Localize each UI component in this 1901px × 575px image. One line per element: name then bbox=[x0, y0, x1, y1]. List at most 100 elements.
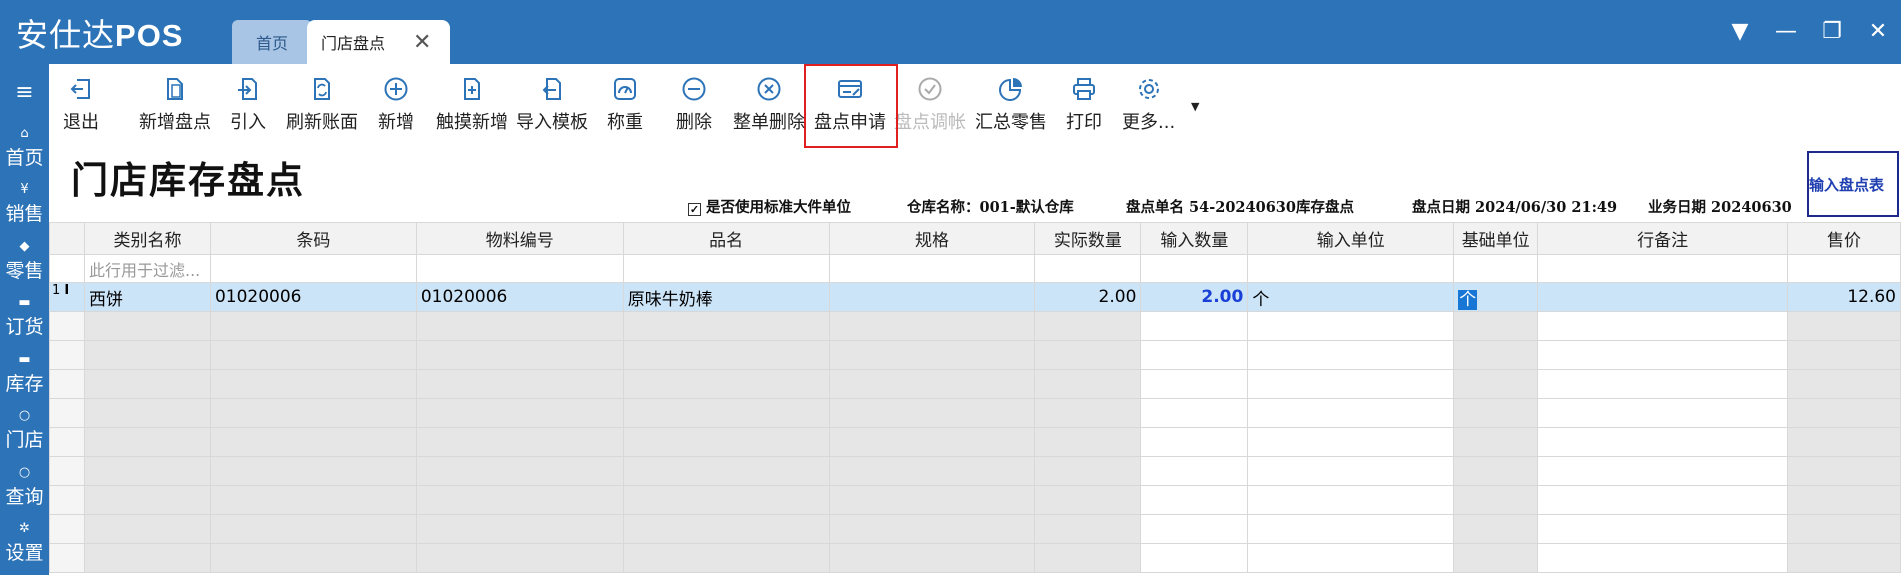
input-unit-cell[interactable]: 个 bbox=[1247, 282, 1455, 312]
sidebar-item-settings[interactable]: ✲ 设置 bbox=[0, 516, 49, 573]
sidebar-item-retail[interactable]: ◆ 零售 bbox=[0, 233, 49, 290]
column-header[interactable]: 实际数量 bbox=[1034, 222, 1142, 255]
count-table: 类别名称 条码 物料编号 品名 规格 实际数量 输入数量 输入单位 基础单位 行… bbox=[49, 222, 1901, 575]
filter-input[interactable] bbox=[1453, 254, 1539, 283]
filter-input[interactable] bbox=[1034, 254, 1142, 283]
filter-input[interactable] bbox=[1537, 254, 1788, 283]
pie-chart-icon bbox=[998, 70, 1024, 108]
title-bar: 安仕达POS 首页 门店盘点 ✕ ▼ — ❐ ✕ bbox=[0, 0, 1901, 64]
column-header[interactable]: 条码 bbox=[209, 222, 417, 255]
note-cell[interactable] bbox=[1537, 282, 1788, 312]
minus-circle-icon bbox=[681, 70, 707, 108]
actual-qty-cell[interactable]: 2.00 bbox=[1034, 282, 1142, 312]
sidebar-item-home[interactable]: ⌂ 首页 bbox=[0, 120, 49, 177]
gear-icon bbox=[1136, 70, 1162, 108]
sidebar-item-query[interactable]: ○ 查询 bbox=[0, 459, 49, 516]
count-date-label: 盘点日期 2024/06/30 21:49 bbox=[1412, 199, 1618, 216]
empty-row bbox=[49, 369, 1901, 399]
box-icon: ▬ bbox=[18, 351, 31, 367]
empty-row bbox=[49, 398, 1901, 428]
refresh-document-icon bbox=[309, 70, 335, 108]
plus-circle-icon bbox=[383, 70, 409, 108]
column-header[interactable]: 行备注 bbox=[1537, 222, 1788, 255]
filter-input[interactable] bbox=[1786, 254, 1901, 283]
filter-input[interactable] bbox=[1247, 254, 1455, 283]
row-number: 1 I bbox=[49, 282, 85, 312]
data-grid: 类别名称 条码 物料编号 品名 规格 实际数量 输入数量 输入单位 基础单位 行… bbox=[49, 222, 1901, 573]
highlight-box bbox=[804, 64, 898, 148]
column-header[interactable]: 输入数量 bbox=[1140, 222, 1249, 255]
filter-input[interactable] bbox=[1140, 254, 1249, 283]
column-header[interactable]: 基础单位 bbox=[1453, 222, 1539, 255]
column-header[interactable]: 物料编号 bbox=[415, 222, 624, 255]
import-template-button[interactable]: 导入模板 bbox=[516, 70, 588, 140]
biz-date-label: 业务日期 20240630 bbox=[1648, 199, 1792, 216]
item-name-cell[interactable]: 原味牛奶棒 bbox=[622, 282, 830, 312]
header-row: 类别名称 条码 物料编号 品名 规格 实际数量 输入数量 输入单位 基础单位 行… bbox=[49, 222, 1901, 255]
add-button[interactable]: 新增 bbox=[378, 70, 414, 140]
new-count-button[interactable]: 新增盘点 bbox=[139, 70, 211, 140]
checkbox-checked-icon[interactable]: ✓ bbox=[688, 203, 701, 216]
column-header[interactable]: 规格 bbox=[828, 222, 1036, 255]
app-logo: 安仕达POS bbox=[16, 16, 184, 54]
empty-row bbox=[49, 456, 1901, 486]
barcode-cell[interactable]: 01020006 bbox=[209, 282, 417, 312]
yen-icon: ¥ bbox=[20, 182, 29, 198]
sidebar-item-order[interactable]: ▬ 订货 bbox=[0, 290, 49, 347]
sidebar-item-sales[interactable]: ¥ 销售 bbox=[0, 177, 49, 234]
minimize-icon[interactable]: — bbox=[1763, 12, 1809, 50]
item-code-cell[interactable]: 01020006 bbox=[415, 282, 624, 312]
more-button[interactable]: 更多... bbox=[1122, 70, 1175, 140]
use-std-unit-checkbox[interactable]: ✓ 是否使用标准大件单位 bbox=[688, 196, 851, 217]
empty-row bbox=[49, 514, 1901, 544]
import-button[interactable]: 引入 bbox=[230, 70, 266, 140]
search-icon: ○ bbox=[18, 464, 31, 480]
input-qty-cell[interactable]: 2.00 bbox=[1140, 282, 1249, 312]
close-window-icon[interactable]: ✕ bbox=[1855, 12, 1901, 50]
filter-input[interactable] bbox=[415, 254, 624, 283]
filter-input[interactable] bbox=[828, 254, 1036, 283]
scale-icon bbox=[612, 70, 638, 108]
column-header[interactable]: 输入单位 bbox=[1247, 222, 1455, 255]
print-button[interactable]: 打印 bbox=[1066, 70, 1102, 140]
exit-button[interactable]: 退出 bbox=[63, 70, 99, 140]
dropdown-menu-icon[interactable]: ▼ bbox=[1717, 12, 1763, 50]
column-header[interactable]: 品名 bbox=[622, 222, 830, 255]
filter-input[interactable] bbox=[622, 254, 830, 283]
more-caret-icon[interactable]: ▼ bbox=[1191, 100, 1199, 113]
exit-icon bbox=[68, 70, 94, 108]
restore-icon[interactable]: ❐ bbox=[1809, 12, 1855, 50]
summary-retail-button[interactable]: 汇总零售 bbox=[975, 70, 1047, 140]
touch-add-icon bbox=[459, 70, 485, 108]
empty-row bbox=[49, 340, 1901, 370]
close-tab-icon[interactable]: ✕ bbox=[413, 30, 431, 55]
sidebar-item-stock[interactable]: ▬ 库存 bbox=[0, 346, 49, 403]
sidebar-item-store[interactable]: ○ 门店 bbox=[0, 403, 49, 460]
weigh-button[interactable]: 称重 bbox=[607, 70, 643, 140]
empty-row bbox=[49, 311, 1901, 341]
x-circle-icon bbox=[756, 70, 782, 108]
column-header[interactable]: 售价 bbox=[1786, 222, 1901, 255]
spec-cell[interactable] bbox=[828, 282, 1036, 312]
import-template-icon bbox=[539, 70, 565, 108]
delete-button[interactable]: 删除 bbox=[676, 70, 712, 140]
tab-home[interactable]: 首页 bbox=[232, 20, 312, 64]
hamburger-menu-icon[interactable]: ≡ bbox=[0, 64, 49, 120]
import-icon bbox=[235, 70, 261, 108]
column-header[interactable]: 类别名称 bbox=[83, 222, 211, 255]
count-adjust-button[interactable]: 盘点调帐 bbox=[894, 70, 966, 140]
category-cell[interactable]: 西饼 bbox=[83, 282, 211, 312]
filter-input[interactable]: 此行用于过滤... bbox=[83, 254, 211, 283]
refresh-book-button[interactable]: 刷新账面 bbox=[286, 70, 358, 140]
filter-input[interactable] bbox=[209, 254, 417, 283]
warehouse-label: 仓库名称：001-默认仓库 bbox=[907, 199, 1074, 216]
input-count-sheet-button[interactable]: 输入盘点表 bbox=[1807, 151, 1899, 217]
home-icon: ⌂ bbox=[20, 125, 29, 141]
price-cell[interactable]: 12.60 bbox=[1786, 282, 1901, 312]
touch-add-button[interactable]: 触摸新增 bbox=[436, 70, 508, 140]
delete-all-button[interactable]: 整单删除 bbox=[733, 70, 805, 140]
base-unit-cell[interactable]: 个 bbox=[1453, 282, 1539, 312]
tab-store-count[interactable]: 门店盘点 ✕ bbox=[307, 20, 450, 64]
table-row[interactable]: 1 I 西饼 01020006 01020006 原味牛奶棒 2.00 2.00… bbox=[49, 282, 1901, 312]
printer-icon bbox=[1071, 70, 1097, 108]
